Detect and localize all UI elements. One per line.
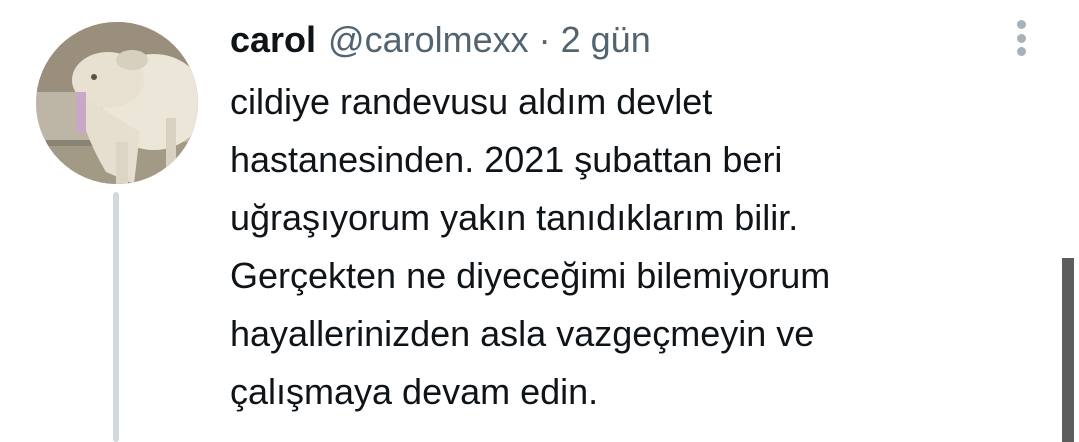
- more-dot: [1016, 20, 1026, 29]
- tweet[interactable]: carol @carolmexx · 2 gün cildiye randevu…: [0, 0, 1079, 442]
- author-display-name[interactable]: carol: [230, 16, 316, 64]
- tweet-text-line: uğraşıyorum yakın tanıdıklarım bilir.: [230, 197, 799, 238]
- tweet-text-line: hastanesinden. 2021 şubattan beri: [230, 139, 783, 180]
- tweet-timestamp[interactable]: 2 gün: [561, 16, 651, 64]
- scrollbar[interactable]: [1062, 258, 1074, 442]
- tweet-text-line: çalışmaya devam edin.: [230, 371, 599, 412]
- more-dot: [1016, 33, 1026, 43]
- tweet-text: cildiye randevusu aldım devlet hastanesi…: [230, 73, 1010, 421]
- tweet-text-line: hayallerinizden asla vazgeçmeyin ve: [230, 313, 815, 354]
- goat-avatar-icon: [36, 22, 198, 184]
- thread-line: [113, 192, 119, 442]
- author-handle[interactable]: @carolmexx: [328, 16, 529, 64]
- header-separator: ·: [538, 19, 551, 60]
- more-dot: [1016, 47, 1026, 56]
- tweet-text-line: cildiye randevusu aldım devlet: [230, 81, 713, 122]
- tweet-text-line: Gerçekten ne diyeceğimi bilemiyorum: [230, 255, 831, 296]
- more-options-icon[interactable]: [1006, 18, 1036, 58]
- tweet-header: carol @carolmexx · 2 gün: [230, 16, 651, 64]
- avatar[interactable]: [36, 22, 198, 184]
